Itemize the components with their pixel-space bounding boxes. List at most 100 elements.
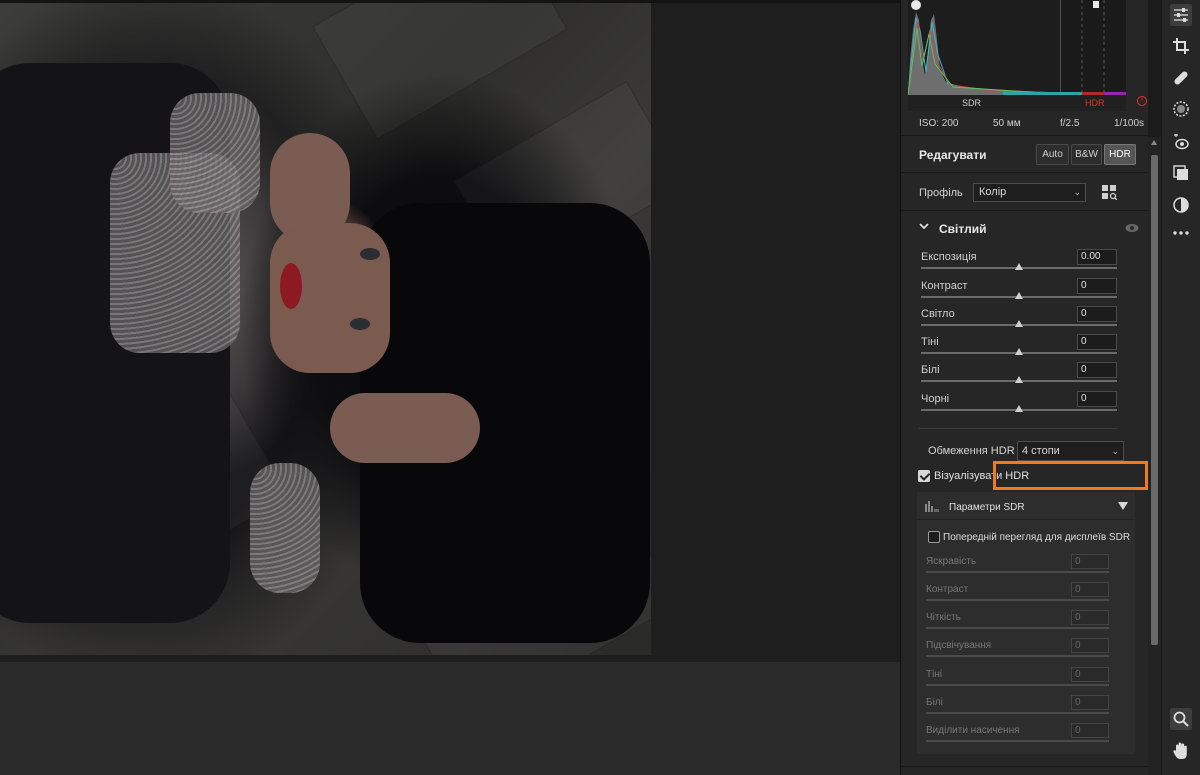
canvas-separator [0, 655, 900, 662]
collapse-triangle-icon[interactable] [1118, 502, 1128, 510]
sdr-slider-row: Чіткість 0 [925, 610, 1109, 640]
slider-thumb[interactable] [1015, 263, 1023, 270]
panel-bottom-edge [901, 766, 1149, 775]
profile-value: Колір [979, 186, 1007, 198]
photo-lace [170, 93, 260, 213]
sdr-slider-label: Чіткість [926, 612, 961, 623]
sdr-slider-track [926, 655, 1109, 657]
sdr-slider-track [926, 571, 1109, 573]
profile-label: Профіль [919, 187, 963, 199]
sdr-slider-track [926, 627, 1109, 629]
presets-icon[interactable] [1170, 162, 1192, 184]
sdr-slider-row: Яскравість 0 [925, 554, 1109, 584]
sdr-slider-label: Контраст [926, 584, 969, 595]
auto-button[interactable]: Auto [1036, 144, 1069, 165]
slider-thumb[interactable] [1015, 348, 1023, 355]
chevron-down-icon: ⌄ [1111, 446, 1119, 456]
chevron-down-icon: ⌄ [1073, 187, 1081, 197]
sdr-slider-row: Білі 0 [925, 695, 1109, 725]
edit-title: Редагувати [919, 148, 987, 162]
exif-iso: ISO: 200 [919, 118, 959, 129]
panel-scrollbar[interactable] [1148, 137, 1161, 775]
photo-eye [360, 248, 380, 260]
histogram-graph [908, 0, 1060, 95]
slider-label: Світло [921, 308, 955, 320]
photo-lips [280, 263, 302, 309]
scrollbar-thumb[interactable] [1151, 155, 1158, 645]
photo-hand [330, 393, 480, 463]
slider-row[interactable]: Контраст 0 [919, 278, 1117, 308]
sdr-slider-row: Виділити насичення 0 [925, 723, 1109, 753]
sdr-slider-row: Підсвічування 0 [925, 638, 1109, 668]
edit-sliders-icon[interactable] [1170, 4, 1192, 26]
slider-label: Експозиція [921, 251, 977, 263]
sdr-preview-row[interactable]: Попередній перегляд для дисплеїв SDR [917, 530, 1135, 550]
visualize-hdr-checkbox[interactable] [918, 470, 930, 482]
sdr-preview-checkbox[interactable] [928, 531, 940, 543]
slider-row[interactable]: Світло 0 [919, 306, 1117, 336]
sdr-settings-panel: Параметри SDR Попередній перегляд для ди… [917, 492, 1135, 754]
sdr-slider-value: 0 [1071, 610, 1109, 625]
photo-lace [250, 463, 320, 593]
profile-row: Профіль Колір ⌄ [901, 174, 1149, 211]
healing-icon[interactable] [1170, 67, 1192, 89]
sdr-histogram-icon [925, 501, 939, 512]
slider-value-input[interactable]: 0 [1077, 391, 1117, 407]
histogram[interactable] [908, 0, 1060, 95]
visualize-hdr-row[interactable]: Візуалізувати HDR [901, 461, 1149, 491]
exif-shutter: 1/100s [1114, 118, 1145, 129]
sdr-slider-label: Виділити насичення [926, 725, 1020, 736]
scroll-up-icon[interactable] [1151, 140, 1157, 145]
crop-icon[interactable] [1170, 35, 1192, 57]
sdr-slider-row: Контраст 0 [925, 582, 1109, 612]
photo-preview[interactable] [0, 3, 651, 655]
sdr-slider-label: Яскравість [926, 556, 977, 567]
sdr-settings-header[interactable]: Параметри SDR [917, 492, 1135, 520]
slider-thumb[interactable] [1015, 376, 1023, 383]
slider-row[interactable]: Білі 0 [919, 362, 1117, 392]
visibility-eye-icon[interactable] [1125, 223, 1139, 233]
bw-button[interactable]: B&W [1071, 144, 1102, 165]
sdr-slider-track [926, 684, 1109, 686]
sdr-slider-value: 0 [1071, 638, 1109, 653]
slider-label: Тіні [921, 336, 939, 348]
slider-thumb[interactable] [1015, 405, 1023, 412]
slider-label: Контраст [921, 280, 968, 292]
slider-thumb[interactable] [1015, 292, 1023, 299]
profile-select[interactable]: Колір ⌄ [973, 183, 1086, 202]
hdr-button[interactable]: HDR [1104, 144, 1136, 165]
edit-panel: SDR HDR ! ISO: 200 50 мм f/2.5 1/100s Ре… [900, 0, 1149, 775]
image-canvas[interactable] [0, 0, 900, 775]
hdr-limit-select[interactable]: 4 стопи ⌄ [1017, 441, 1124, 461]
hand-icon[interactable] [1170, 740, 1192, 762]
exif-info: ISO: 200 50 мм f/2.5 1/100s [901, 112, 1149, 136]
slider-value-input[interactable]: 0 [1077, 278, 1117, 294]
profile-browser-icon[interactable] [1102, 185, 1118, 201]
chevron-down-icon[interactable] [919, 221, 929, 231]
slider-row[interactable]: Чорні 0 [919, 391, 1117, 421]
slider-label: Білі [921, 364, 940, 376]
light-section-title: Світлий [939, 222, 987, 236]
slider-label: Чорні [921, 393, 950, 405]
sdr-slider-track [926, 740, 1109, 742]
histogram-labels: SDR HDR ! [908, 95, 1147, 111]
hdr-limit-value: 4 стопи [1022, 445, 1060, 457]
zoom-icon[interactable] [1170, 708, 1192, 730]
tool-strip [1161, 0, 1200, 775]
red-eye-icon[interactable] [1170, 131, 1192, 153]
snapshot-icon[interactable] [1170, 194, 1192, 216]
slider-row[interactable]: Експозиція 0.00 [919, 249, 1117, 279]
more-icon[interactable] [1170, 222, 1192, 244]
slider-value-input[interactable]: 0 [1077, 362, 1117, 378]
filmstrip-area [0, 662, 900, 775]
slider-value-input[interactable]: 0 [1077, 334, 1117, 350]
hdr-clipping-warning-icon[interactable]: ! [1137, 96, 1147, 106]
mask-icon[interactable] [1170, 98, 1192, 120]
slider-row[interactable]: Тіні 0 [919, 334, 1117, 364]
slider-thumb[interactable] [1015, 320, 1023, 327]
slider-value-input[interactable]: 0 [1077, 306, 1117, 322]
sdr-slider-value: 0 [1071, 582, 1109, 597]
slider-value-input[interactable]: 0.00 [1077, 249, 1117, 265]
light-section-header[interactable]: Світлий [901, 212, 1149, 244]
sdr-slider-label: Білі [926, 697, 943, 708]
